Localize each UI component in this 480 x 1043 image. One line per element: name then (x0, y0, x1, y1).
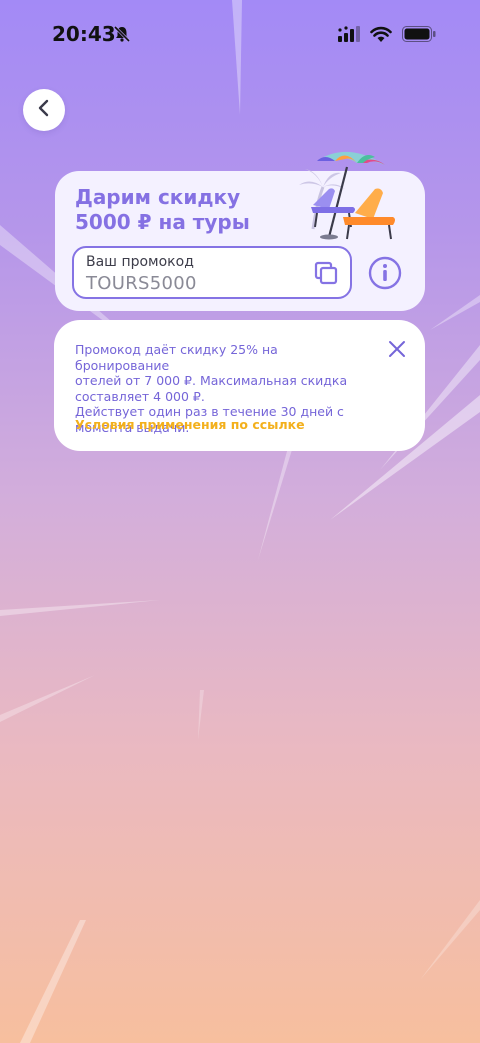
copy-icon[interactable] (314, 261, 338, 289)
wifi-icon (370, 26, 392, 46)
promo-code-label: Ваш промокод (86, 254, 194, 270)
tooltip-line: Промокод даёт скидку 25% на бронирование (75, 342, 278, 373)
promo-title-line2: 5000 ₽ на туры (75, 210, 250, 234)
info-icon[interactable] (368, 256, 402, 294)
status-time: 20:43 (52, 22, 116, 46)
promo-code-value[interactable]: TOURS5000 (86, 273, 197, 294)
chevron-left-icon (37, 99, 51, 121)
promo-card: Дарим скидку 5000 ₽ на туры Ваш промокод… (55, 151, 425, 311)
battery-icon (402, 26, 436, 46)
background-rays (0, 0, 480, 1043)
close-icon[interactable] (387, 339, 407, 363)
beach-illustration (295, 147, 405, 246)
tooltip-line: составляет 4 000 ₽. (75, 388, 205, 404)
back-button[interactable] (23, 89, 65, 131)
tooltip-line: отелей от 7 000 ₽. Максимальная скидка (75, 373, 348, 388)
bell-slash-icon (113, 25, 131, 47)
status-bar: 20:43 (0, 0, 480, 70)
promo-title: Дарим скидку 5000 ₽ на туры (75, 185, 275, 235)
signal-icon (338, 26, 360, 46)
terms-link[interactable]: Условия применения по ссылке (75, 417, 305, 432)
promo-title-line1: Дарим скидку (75, 185, 241, 209)
promo-info-tooltip: Промокод даёт скидку 25% на бронирование… (54, 320, 425, 451)
promo-code-field[interactable]: Ваш промокод TOURS5000 (72, 246, 352, 299)
